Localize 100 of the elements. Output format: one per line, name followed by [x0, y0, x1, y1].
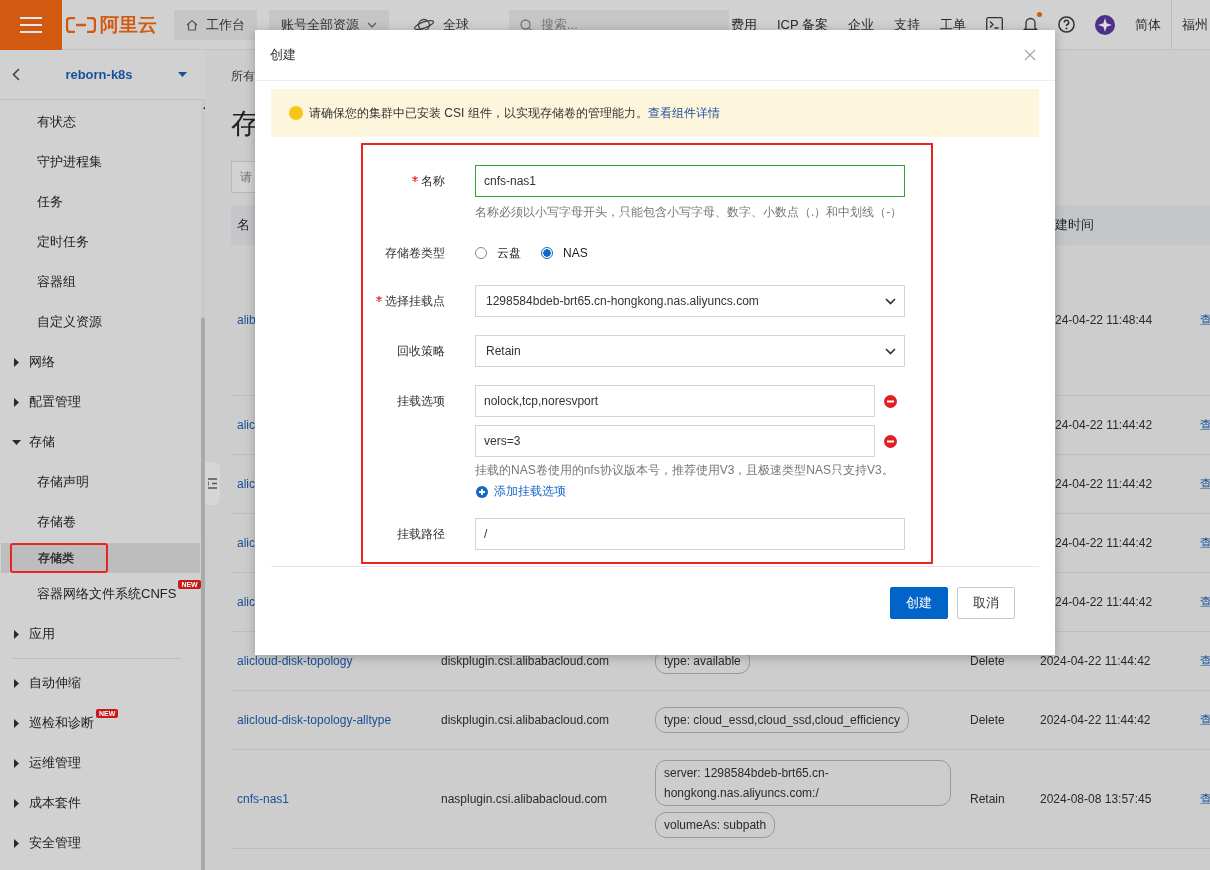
table-cell: 2024-08-08 13:57:45 — [1040, 792, 1152, 806]
nav-link[interactable]: ICP 备案 — [776, 15, 828, 34]
table-cell: nasplugin.csi.alibabacloud.com — [441, 792, 608, 806]
sidebar-item[interactable]: 存储声明 — [0, 462, 201, 502]
caret-icon — [12, 758, 21, 768]
sidebar-item[interactable]: 存储类 — [0, 542, 201, 574]
storage-class-link[interactable]: alicloud-disk-topology — [237, 654, 353, 668]
storage-class-link[interactable]: alicloud-disk-topology-alltype — [237, 713, 392, 727]
back-icon[interactable] — [12, 68, 20, 81]
table-cell: Delete — [970, 654, 1005, 668]
storage-class-link[interactable]: alic — [237, 477, 255, 491]
text-field[interactable]: nolock,tcp,noresvport — [475, 385, 875, 417]
caret-icon — [12, 718, 21, 728]
list-icon — [208, 478, 217, 489]
sidebar-item[interactable]: 有状态 — [0, 102, 201, 142]
workbench-button[interactable]: 工作台 — [174, 9, 257, 40]
storage-class-link[interactable]: alic — [237, 418, 255, 432]
sidebar-item[interactable]: 成本套件 — [0, 783, 201, 823]
storage-class-link[interactable]: alib — [237, 313, 256, 327]
table-cell: 24-04-22 11:44:42 — [1055, 595, 1153, 609]
page-title: 存 — [231, 107, 259, 141]
select-field[interactable]: Retain — [475, 335, 905, 367]
field-label: 回收策略 — [397, 344, 445, 358]
text-field[interactable]: / — [475, 518, 905, 550]
help-icon[interactable] — [1058, 16, 1075, 33]
radio-label: NAS — [563, 246, 588, 260]
help-text: 挂载的NAS卷使用的nfs协议版本号，推荐使用V3，且极速类型NAS只支持V3。 — [475, 462, 895, 479]
sidebar-item[interactable]: 任务 — [0, 182, 201, 222]
menu-icon — [20, 16, 42, 33]
sidebar-item[interactable]: 运维管理 — [0, 743, 201, 783]
cancel-button[interactable]: 取消 — [957, 587, 1015, 619]
radio-button[interactable] — [541, 247, 553, 259]
storage-class-link[interactable]: alic — [237, 536, 255, 550]
table-cell: 2024-04-22 11:44:42 — [1040, 713, 1151, 727]
search-icon — [520, 18, 533, 32]
caret-icon — [12, 629, 21, 639]
create-button[interactable]: 创建 — [890, 587, 948, 619]
sidebar-collapse-button[interactable] — [205, 462, 220, 505]
dialog-title: 创建 — [270, 46, 296, 64]
caret-icon — [12, 397, 21, 407]
sidebar-item[interactable]: 自动伸缩 — [0, 663, 201, 703]
add-option-link[interactable]: 添加挂载选项 — [476, 483, 566, 500]
sidebar-item[interactable]: 安全管理 — [0, 823, 201, 863]
table-cell: diskplugin.csi.alibabacloud.com — [441, 713, 610, 727]
nav-link[interactable]: 费用 — [730, 15, 757, 34]
remove-icon[interactable] — [884, 394, 897, 408]
table-cell: 24-04-22 11:48:44 — [1055, 313, 1153, 327]
radio-option[interactable]: 云盘 — [475, 244, 521, 262]
table-cell: diskplugin.csi.alibabacloud.com — [441, 654, 610, 668]
table-cell: Delete — [970, 713, 1005, 727]
sidebar-item[interactable]: 存储 — [0, 422, 201, 462]
language-link[interactable]: 简体 — [1135, 15, 1161, 34]
nav-link[interactable]: 企业 — [848, 15, 874, 34]
globe-icon — [413, 16, 435, 33]
field-label: 名称 — [421, 174, 445, 188]
radio-option[interactable]: NAS — [541, 246, 588, 260]
caret-icon — [12, 838, 21, 848]
bell-icon[interactable] — [1023, 16, 1038, 33]
caret-icon[interactable] — [178, 72, 187, 77]
sidebar-item[interactable]: 应用 — [0, 614, 201, 654]
remove-icon[interactable] — [884, 434, 897, 448]
account-name[interactable]: 福州 — [1182, 15, 1210, 34]
text-field[interactable]: vers=3 — [475, 425, 875, 457]
sidebar-item[interactable]: 配置管理 — [0, 382, 201, 422]
nav-link[interactable]: 工单 — [940, 15, 966, 34]
caret-icon — [12, 798, 21, 808]
sidebar-item[interactable]: 自定义资源 — [0, 302, 201, 342]
logo-text: 阿里云 — [100, 12, 157, 37]
avatar-icon[interactable] — [1095, 14, 1115, 35]
field-label: 挂载路径 — [397, 527, 445, 541]
select-field[interactable]: 1298584bdeb-brt65.cn-hongkong.nas.aliyuncs.com — [475, 285, 905, 317]
sidebar-item[interactable]: 守护进程集 — [0, 142, 201, 182]
sidebar-item[interactable]: 网络 — [0, 342, 201, 382]
region-button[interactable]: 全球 — [413, 15, 469, 34]
storage-class-link[interactable]: alic — [237, 595, 255, 609]
terminal-icon[interactable] — [986, 17, 1003, 32]
parameter-tag: volumeAs: subpath — [655, 812, 776, 838]
menu-button[interactable] — [0, 0, 62, 50]
caret-icon — [12, 678, 21, 688]
caret-icon — [12, 357, 21, 367]
column-header: 建时间 — [1054, 216, 1095, 234]
caret-icon — [12, 439, 21, 445]
cluster-name[interactable]: reborn-k8s — [20, 67, 178, 82]
table-cell: 2024-04-22 11:44:42 — [1040, 654, 1151, 668]
text-field[interactable]: cnfs-nas1 — [475, 165, 905, 197]
chevron-icon — [885, 347, 896, 355]
chevron-icon — [885, 297, 896, 305]
table-cell: Retain — [970, 792, 1005, 806]
sidebar-item[interactable]: 容器组 — [0, 262, 201, 302]
sidebar-item[interactable]: 定时任务 — [0, 222, 201, 262]
sidebar-item[interactable]: 存储卷 — [0, 502, 201, 542]
field-label: 挂载选项 — [397, 394, 445, 408]
details-link[interactable]: 查看组件详情 — [647, 105, 720, 120]
field-label: 存储卷类型 — [385, 246, 445, 260]
parameter-tag: server: 1298584bdeb-brt65.cn-hongkong.nas.aliyuncs.com:/ — [655, 760, 951, 806]
home-icon — [186, 18, 198, 31]
table-cell: 24-04-22 11:44:42 — [1055, 536, 1153, 550]
help-text: 名称必须以小写字母开头，只能包含小写字母、数字、小数点（.）和中划线（-） — [475, 204, 904, 221]
storage-class-link[interactable]: cnfs-nas1 — [237, 792, 290, 806]
logo-icon — [66, 16, 96, 33]
